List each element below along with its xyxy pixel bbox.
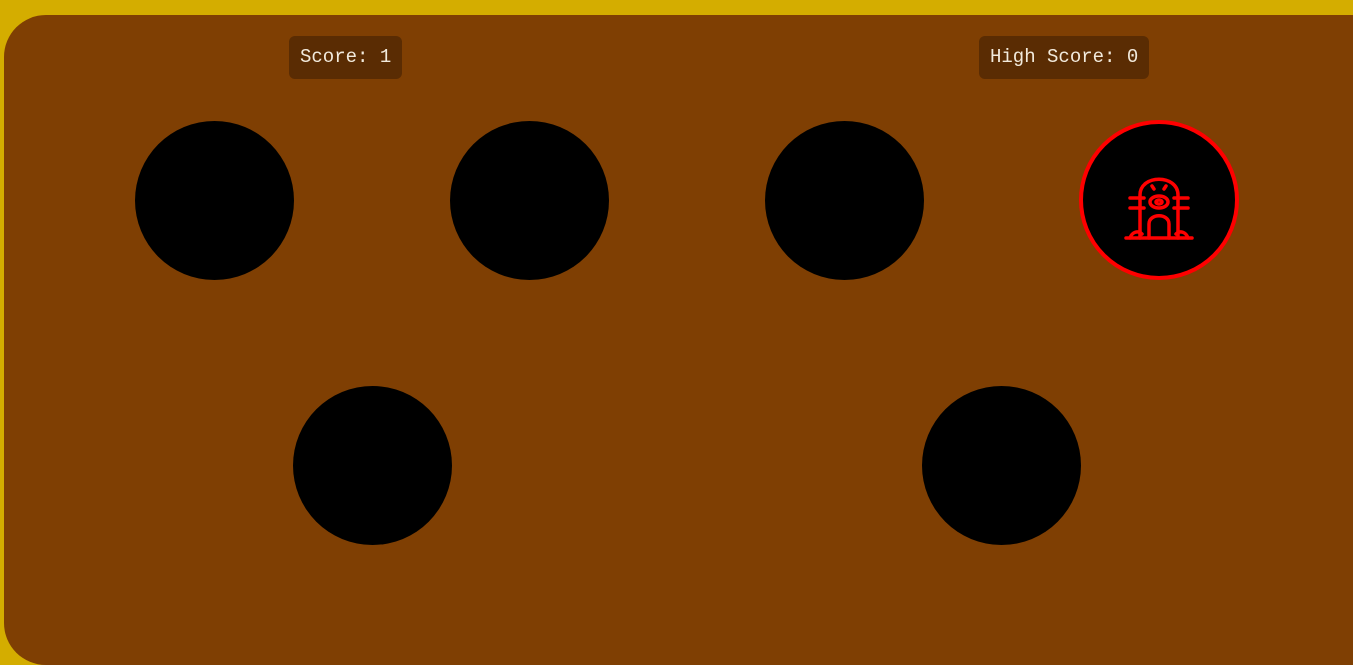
hole-5[interactable]: [293, 386, 452, 545]
hole-1[interactable]: [135, 121, 294, 280]
hole-2[interactable]: [450, 121, 609, 280]
high-score-label: High Score:: [990, 46, 1116, 68]
score-label: Score:: [300, 46, 369, 68]
high-score-value: 0: [1126, 46, 1139, 68]
game-board: Score: 1 High Score: 0: [4, 15, 1353, 665]
hole-6[interactable]: [922, 386, 1081, 545]
high-score-display: High Score: 0: [979, 36, 1150, 79]
score-value: 1: [379, 46, 392, 68]
score-display: Score: 1: [289, 36, 403, 79]
mole-icon: [1114, 150, 1204, 250]
hole-4-mole[interactable]: [1079, 120, 1239, 280]
hole-3[interactable]: [765, 121, 924, 280]
